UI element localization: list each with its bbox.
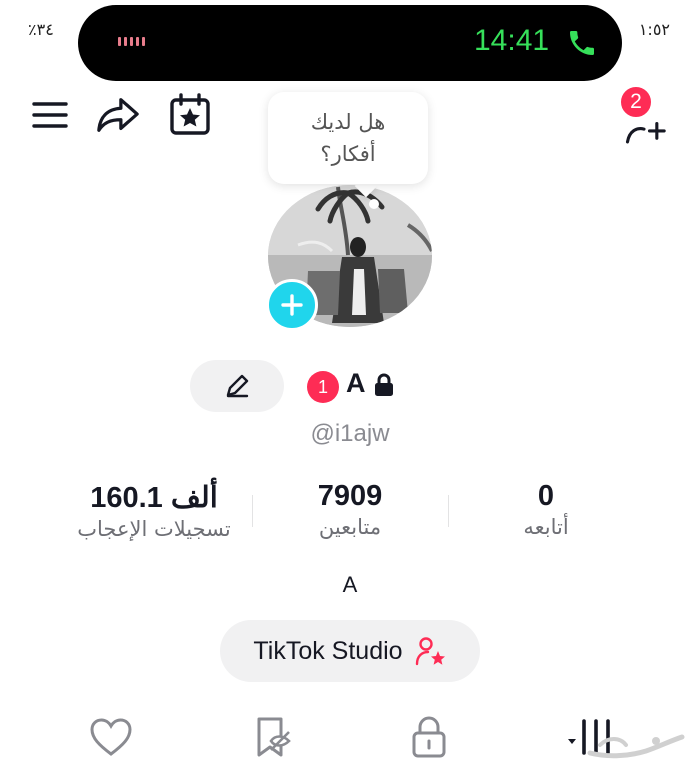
notification-badge: 2 [618,84,654,120]
display-name: A [346,368,366,398]
watermark-logo [586,727,686,767]
clock-text: ١:٥٢ [638,20,670,39]
lock-icon[interactable] [404,712,454,762]
following-count: 0 [537,480,555,512]
followers-count: 7909 [317,480,383,512]
likes-stat[interactable]: 160.1 ألف تسجيلات الإعجاب [54,480,254,541]
followers-label: متابعين [318,515,382,539]
bio-text: A [342,572,358,597]
calendar-star-icon[interactable] [168,93,212,137]
share-arrow-icon[interactable] [96,93,140,137]
following-stat[interactable]: 0 أتابعه [446,480,646,539]
heart-icon[interactable] [86,712,136,762]
likes-count: 160.1 ألف [90,482,218,514]
tooltip-line-2: أفكار؟ [320,142,376,166]
name-badge: 1 [307,371,339,403]
waveform-icon [118,37,145,46]
hamburger-icon[interactable] [28,93,72,137]
likes-label: تسجيلات الإعجاب [77,517,231,541]
tooltip-dot [369,199,379,209]
edit-profile-button[interactable] [190,360,284,412]
person-star-icon [415,637,445,666]
call-duration: 14:41 [474,24,550,57]
pencil-icon [226,374,249,398]
phone-icon [566,27,598,63]
ideas-tooltip[interactable]: هل لديك أفكار؟ [268,92,428,184]
private-lock-icon [373,373,395,401]
bookmark-hidden-icon[interactable] [246,712,296,762]
add-avatar-button[interactable] [266,279,318,331]
followers-stat[interactable]: 7909 متابعين [250,480,450,539]
following-label: أتابعه [523,515,569,539]
tiktok-studio-button[interactable]: TikTok Studio [220,620,480,682]
studio-label: TikTok Studio [253,636,403,665]
username-handle: @i1ajw [310,420,390,447]
battery-text: ٪٣٤ [28,20,54,39]
tooltip-line-1: هل لديك [310,110,386,134]
